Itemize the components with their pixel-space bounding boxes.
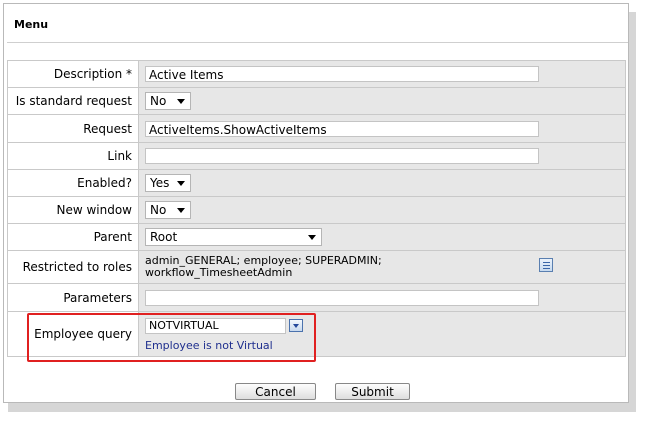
new-window-label: New window: [7, 196, 139, 224]
form-row-description: Description * Active Items: [7, 60, 626, 88]
parameters-label: Parameters: [7, 283, 139, 312]
request-label: Request: [7, 114, 139, 143]
title-divider: [7, 42, 628, 43]
cancel-button[interactable]: Cancel: [235, 383, 316, 400]
parent-select[interactable]: Root: [145, 228, 322, 246]
form-row-standard-request: Is standard request No: [7, 87, 626, 115]
link-label: Link: [7, 142, 139, 170]
list-icon[interactable]: [539, 258, 553, 272]
menu-panel: Menu Description * Active Items Is stand…: [3, 3, 629, 403]
chevron-down-icon: [177, 99, 185, 104]
request-input[interactable]: ActiveItems.ShowActiveItems: [145, 120, 539, 137]
form-row-parent: Parent Root: [7, 223, 626, 251]
enabled-label: Enabled?: [7, 169, 139, 197]
chevron-down-icon: [177, 208, 185, 213]
link-input[interactable]: [145, 148, 539, 164]
description-label: Description *: [7, 60, 139, 88]
description-input[interactable]: Active Items: [145, 66, 539, 82]
form-row-link: Link: [7, 142, 626, 170]
form-row-enabled: Enabled? Yes: [7, 169, 626, 197]
chevron-down-icon: [308, 235, 316, 240]
form-row-restricted-roles: Restricted to roles admin_GENERAL; emplo…: [7, 250, 626, 284]
standard-request-value: No: [150, 94, 167, 108]
new-window-value: No: [150, 203, 167, 217]
chevron-down-icon: [177, 181, 185, 186]
parameters-input[interactable]: [145, 289, 539, 306]
restricted-roles-value: admin_GENERAL; employee; SUPERADMIN; wor…: [145, 255, 625, 279]
new-window-select[interactable]: No: [145, 201, 191, 219]
standard-request-label: Is standard request: [7, 87, 139, 115]
parent-value: Root: [150, 230, 178, 244]
enabled-select[interactable]: Yes: [145, 174, 191, 192]
roles-line-2: workflow_TimesheetAdmin: [145, 266, 293, 279]
enabled-value: Yes: [150, 176, 170, 190]
standard-request-select[interactable]: No: [145, 92, 191, 110]
restricted-roles-label: Restricted to roles: [7, 250, 139, 284]
form-row-request: Request ActiveItems.ShowActiveItems: [7, 114, 626, 143]
parent-label: Parent: [7, 223, 139, 251]
employee-query-highlight: [27, 313, 316, 362]
form-row-new-window: New window No: [7, 196, 626, 224]
submit-button[interactable]: Submit: [335, 383, 410, 400]
form-row-parameters: Parameters: [7, 283, 626, 312]
panel-title: Menu: [14, 18, 49, 31]
